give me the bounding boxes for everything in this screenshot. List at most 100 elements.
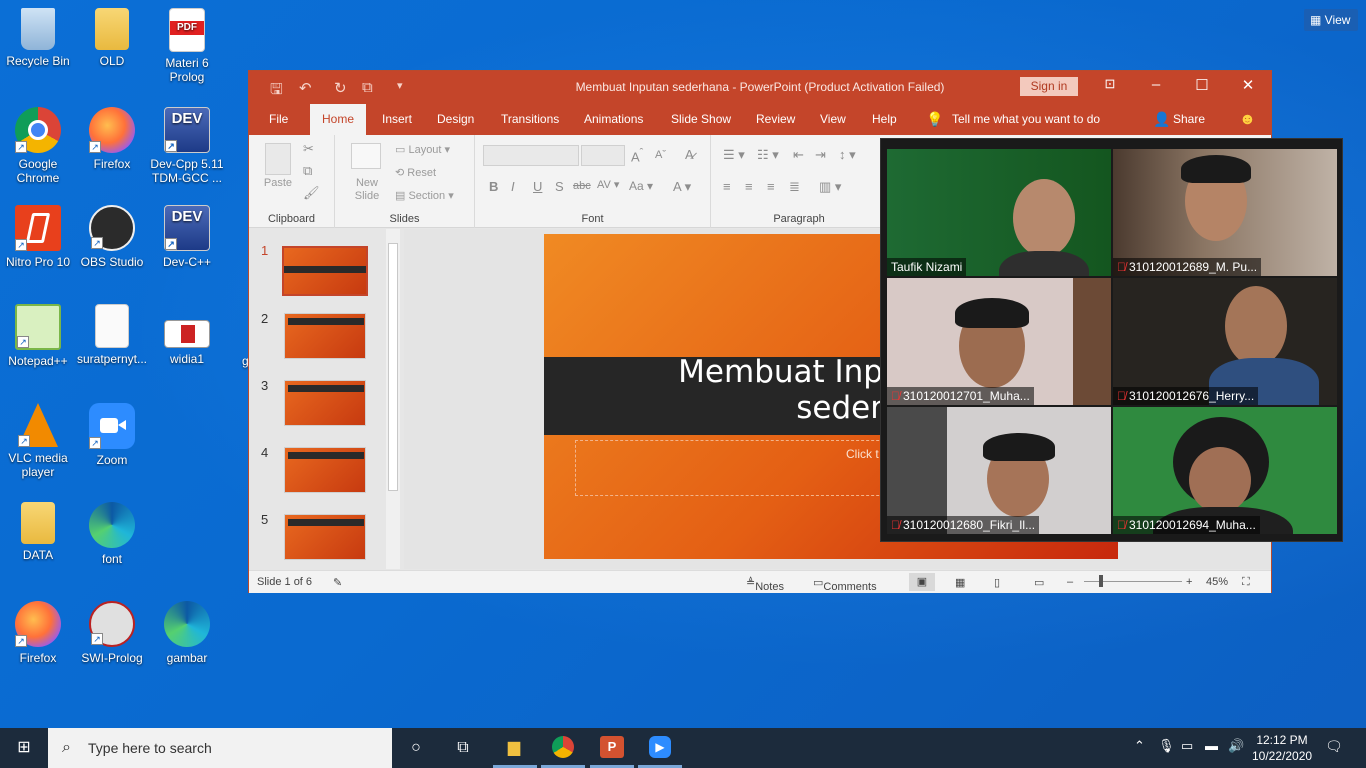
desktop-icon-devcpp[interactable]: DEV ↗ Dev-C++ (149, 205, 225, 269)
desktop-icon-obs[interactable]: ↗ OBS Studio (74, 205, 150, 269)
font-color-icon[interactable]: A ▾ (673, 179, 691, 195)
cortana-icon[interactable]: ○ (404, 736, 428, 760)
tab-insert[interactable]: Insert (382, 104, 412, 135)
desktop-icon-google-chrome[interactable]: ↗ Google Chrome (0, 107, 76, 185)
sign-in-button[interactable]: Sign in (1020, 77, 1078, 96)
comments-button[interactable]: ▭ Comments (813, 576, 877, 593)
slide-thumbnail-5[interactable] (284, 514, 366, 560)
zoom-out-icon[interactable]: – (1067, 576, 1073, 588)
align-center-icon[interactable]: ≡ (745, 179, 753, 194)
desktop-icon-data[interactable]: DATA (0, 502, 76, 562)
zoom-gallery-view[interactable]: Taufik Nizami 🎙̸ 310120012689_M. Pu... 🎙̸… (880, 138, 1343, 542)
reset-button[interactable]: ⟲ Reset (395, 166, 436, 179)
layout-button[interactable]: ▭ Layout ▾ (395, 143, 450, 156)
font-size-select[interactable] (581, 145, 625, 166)
numbering-icon[interactable]: ☷ ▾ (757, 147, 779, 163)
desktop-icon-vlc[interactable]: ↗ VLC media player (0, 403, 76, 479)
participant-tile[interactable]: 🎙̸ 310120012676_Herry... (1113, 278, 1337, 405)
tell-me-box[interactable]: Tell me what you want to do (952, 104, 1100, 135)
desktop-icon-firefox-2[interactable]: ↗ Firefox (0, 601, 76, 665)
slide-sorter-icon[interactable]: ▦ (955, 576, 965, 589)
cut-icon[interactable]: ✂ (303, 141, 314, 157)
line-spacing-icon[interactable]: ↕ ▾ (839, 147, 856, 163)
desktop-icon-font[interactable]: font (74, 502, 150, 566)
slide-thumbnail-2[interactable] (284, 313, 366, 359)
copy-icon[interactable]: ⧉ (303, 163, 312, 179)
participant-tile[interactable]: 🎙̸ 310120012694_Muha... (1113, 407, 1337, 534)
decrease-font-icon[interactable]: Aˇ (655, 149, 666, 161)
close-icon[interactable]: ✕ (1238, 76, 1258, 94)
fit-to-window-icon[interactable]: ⛶ (1242, 576, 1250, 589)
tab-help[interactable]: Help (872, 104, 897, 135)
tab-review[interactable]: Review (756, 104, 795, 135)
clear-formatting-icon[interactable]: A̷ (685, 147, 694, 162)
columns-icon[interactable]: ▥ ▾ (819, 179, 841, 195)
desktop-icon-notepadpp[interactable]: ↗ Notepad++ (0, 304, 76, 368)
bold-icon[interactable]: B (489, 179, 498, 194)
scrollbar-thumb[interactable] (388, 243, 398, 491)
tab-view[interactable]: View (820, 104, 846, 135)
slideshow-view-icon[interactable]: ▭ (1034, 576, 1044, 589)
participant-tile[interactable]: 🎙̸ 310120012680_Fikri_Il... (887, 407, 1111, 534)
windows-start-icon[interactable]: ⊞ (12, 736, 36, 760)
font-family-select[interactable] (483, 145, 579, 166)
clock[interactable]: 12:12 PM 10/22/2020 (1252, 733, 1312, 763)
battery-icon[interactable]: ▬ (1205, 738, 1218, 753)
slide-thumbnail-3[interactable] (284, 380, 366, 426)
justify-icon[interactable]: ≣ (789, 179, 800, 195)
bullets-icon[interactable]: ☰ ▾ (723, 147, 745, 163)
view-button[interactable]: ▦ View (1304, 9, 1358, 31)
powerpoint-taskbar-icon[interactable]: P (600, 736, 624, 760)
smiley-feedback-icon[interactable]: ☻ (1239, 104, 1256, 135)
tab-file[interactable]: File (269, 104, 288, 135)
italic-icon[interactable]: I (511, 179, 515, 194)
shadow-icon[interactable]: S (555, 179, 564, 194)
format-painter-icon[interactable]: 🖌 (303, 185, 320, 201)
participant-tile[interactable]: 🎙̸ 310120012689_M. Pu... (1113, 149, 1337, 276)
tab-transitions[interactable]: Transitions (501, 104, 559, 135)
desktop-icon-recycle-bin[interactable]: Recycle Bin (0, 8, 76, 68)
spell-check-icon[interactable]: ✎ (333, 576, 342, 589)
zoom-level[interactable]: 45% (1206, 576, 1228, 588)
minimize-icon[interactable]: – (1146, 76, 1166, 93)
paste-button[interactable]: Paste (259, 177, 297, 190)
participant-tile[interactable]: Taufik Nizami (887, 149, 1111, 276)
underline-icon[interactable]: U (533, 179, 542, 194)
participant-tile[interactable]: 🎙̸ 310120012701_Muha... (887, 278, 1111, 405)
character-spacing-icon[interactable]: AV ▾ (597, 178, 619, 191)
increase-font-icon[interactable]: Aˆ (631, 147, 643, 164)
tab-slide-show[interactable]: Slide Show (671, 104, 731, 135)
desktop-icon-materi[interactable]: PDF Materi 6 Prolog (149, 8, 225, 84)
file-explorer-icon[interactable]: ▆ (502, 736, 526, 760)
slide-title[interactable]: Membuat Inp seder (678, 354, 883, 426)
desktop-icon-nitro[interactable]: ↗ Nitro Pro 10 (0, 205, 76, 269)
thumbnails-scrollbar[interactable] (386, 229, 400, 569)
volume-icon[interactable]: 🔊 (1228, 738, 1244, 754)
change-case-icon[interactable]: Aa ▾ (629, 179, 653, 193)
desktop-icon-devcpp-tdm[interactable]: DEV ↗ Dev-Cpp 5.11 TDM-GCC ... (149, 107, 225, 185)
tab-animations[interactable]: Animations (584, 104, 643, 135)
zoom-slider-thumb[interactable] (1099, 575, 1103, 587)
reading-view-icon[interactable]: ▯ (994, 576, 1000, 589)
share-button[interactable]: Share (1173, 104, 1205, 135)
paste-icon[interactable] (265, 143, 291, 175)
maximize-icon[interactable]: ☐ (1192, 76, 1212, 94)
normal-view-icon[interactable]: ▣ (909, 573, 935, 591)
desktop-icon-suratpernyataan[interactable]: suratpernyt... (74, 304, 150, 366)
new-slide-button[interactable]: New Slide (345, 177, 389, 203)
tab-design[interactable]: Design (437, 104, 474, 135)
strikethrough-icon[interactable]: abc (573, 180, 591, 192)
section-button[interactable]: ▤ Section ▾ (395, 189, 454, 202)
notes-button[interactable]: ≜ Notes (746, 576, 784, 593)
chrome-taskbar-icon[interactable] (552, 736, 576, 760)
slide-thumbnail-1[interactable] (282, 246, 368, 296)
zoom-taskbar-icon[interactable]: ▶ (649, 736, 673, 760)
decrease-indent-icon[interactable]: ⇤ (793, 147, 804, 163)
slide-thumbnail-4[interactable] (284, 447, 366, 493)
align-right-icon[interactable]: ≡ (767, 179, 775, 194)
desktop-icon-zoom[interactable]: ↗ Zoom (74, 403, 150, 467)
task-view-icon[interactable]: ⧉ (451, 736, 475, 760)
desktop-icon-old[interactable]: OLD (74, 8, 150, 68)
desktop-icon-gambar[interactable]: gambar (149, 601, 225, 665)
taskbar-search[interactable]: ⌕ Type here to search (48, 728, 392, 768)
